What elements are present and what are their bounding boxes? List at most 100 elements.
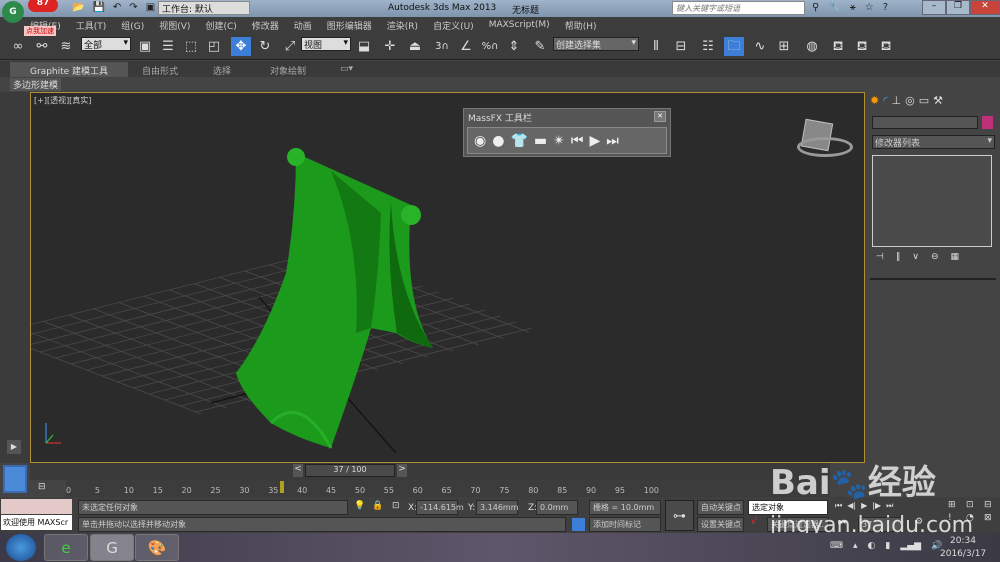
keyboard-shortcut-icon[interactable]: ⏏ [405,37,425,56]
render-icon[interactable]: ⛾ [876,37,896,56]
align-icon[interactable]: ⊟ [671,37,691,56]
percent-snap-icon[interactable]: %∩ [480,37,500,56]
star-icon[interactable]: ☆ [865,2,874,13]
menu-group[interactable]: 组(G) [121,19,144,32]
app-logo-icon[interactable]: G [2,1,24,23]
schematic-view-icon[interactable]: ⊞ [774,37,794,56]
binoculars-icon[interactable]: ⚲ [812,2,819,13]
close-button[interactable]: ✕ [970,0,1000,15]
select-by-name-icon[interactable]: ☰ [158,37,178,56]
world-params-icon[interactable]: ◉ [474,133,486,149]
massfx-title[interactable]: MassFX 工具栏 [468,111,532,124]
layer-manager-icon[interactable]: ☷ [698,37,718,56]
menu-rendering[interactable]: 渲染(R) [387,19,418,32]
maxscript-welcome[interactable]: 欢迎使用 MAXScr [1,515,72,530]
motion-tab-icon[interactable]: ◎ [905,94,915,107]
track-bar[interactable]: 0 5 10 15 20 25 30 35 40 45 50 55 60 65 70 75 80 85 90 95 10… [66,480,830,497]
select-move-icon[interactable]: ✥ [231,37,251,56]
keyboard-tray-icon[interactable]: ⌨ [830,541,843,551]
notification-badge[interactable]: 87 [28,0,58,12]
zoom-extents-icon[interactable]: ⊟ [984,500,999,510]
selection-filter-dropdown[interactable]: 全部 [81,37,131,51]
x-coord-field[interactable]: -114.615m [416,500,464,515]
remove-modifier-icon[interactable]: ⊖ [931,252,939,262]
play-sim-icon[interactable]: ▶ [589,133,600,149]
set-key-button[interactable]: ⊶ [665,500,694,531]
tab-object-paint[interactable]: 对象绘制 [270,64,306,77]
select-rotate-icon[interactable]: ↻ [255,37,275,56]
open-icon[interactable]: 📂 [72,2,84,13]
ribbon-options-icon[interactable]: ▭▾ [340,64,353,74]
add-time-tag-icon[interactable] [572,518,585,531]
tab-freeform[interactable]: 自由形式 [142,64,178,77]
search-input[interactable] [672,1,805,15]
menu-animation[interactable]: 动画 [294,19,312,32]
menu-views[interactable]: 视图(V) [159,19,190,32]
minimize-button[interactable]: – [922,0,946,15]
show-end-result-icon[interactable]: ‖ [896,252,901,262]
menu-help[interactable]: 帮助(H) [565,19,597,32]
constraint-icon[interactable]: ▬ [534,133,547,149]
rigid-body-icon[interactable]: ● [492,133,504,149]
taskbar-ie[interactable]: e [44,534,88,561]
select-object-icon[interactable]: ▣ [135,37,155,56]
tab-selection[interactable]: 选择 [213,64,231,77]
step-sim-icon[interactable]: ⏭ [606,133,619,149]
mcloth-icon[interactable]: 👕 [510,133,527,149]
clock-time[interactable]: 20:34 [950,536,976,546]
pin-stack-icon[interactable]: ⊣ [876,252,884,262]
make-unique-icon[interactable]: ∨ [912,252,919,262]
mini-listener-toggle[interactable] [3,465,27,493]
wrench-icon[interactable]: 🔧 [828,2,840,13]
menu-customize[interactable]: 自定义(U) [433,19,474,32]
key-mode-icon[interactable]: √ [751,517,757,527]
time-slider[interactable]: 37 / 100 [305,464,395,477]
mirror-icon[interactable]: ⫴ [646,37,666,56]
browser-tray-icon[interactable]: ◐ [868,541,876,551]
set-key-mode-button[interactable]: 设置关键点 [697,517,744,532]
workspace-dropdown[interactable]: 工作台: 默认 [158,1,250,15]
configure-sets-icon[interactable]: ▦ [950,252,959,262]
reference-coord-dropdown[interactable]: 视图 [301,37,351,51]
link-icon[interactable]: ∞ [8,37,28,56]
scene-explorer-icon[interactable]: 🗀 [724,37,744,56]
auto-key-button[interactable]: 自动关键点 [697,500,744,515]
project-icon[interactable]: ▣ [146,2,155,13]
reset-sim-icon[interactable]: ⏮ [571,133,584,149]
maxscript-listener[interactable] [1,499,72,514]
menu-modifiers[interactable]: 修改器 [252,19,279,32]
snap-toggle-icon[interactable]: 3∩ [432,37,452,56]
pivot-center-icon[interactable]: ⬓ [354,37,374,56]
clock-date[interactable]: 2016/3/17 [940,549,986,559]
add-time-tag[interactable]: 添加时间标记 [589,517,661,532]
select-scale-icon[interactable]: ⤢ [280,37,300,56]
angle-snap-icon[interactable]: ∠ [456,37,476,56]
rectangular-selection-icon[interactable]: ⬚ [181,37,201,56]
track-bar-icon[interactable]: ⊟ [38,482,46,492]
hierarchy-tab-icon[interactable]: ⊥ [891,94,901,107]
start-button[interactable] [6,534,36,561]
expand-arrow-icon[interactable]: ▶ [7,440,21,454]
network-icon[interactable]: ▂▄▆ [900,541,921,551]
maximize-viewport-icon[interactable]: ⊠ [984,513,999,523]
modify-tab-icon[interactable]: ◜ [883,94,887,107]
render-setup-icon[interactable]: ⛾ [828,37,848,56]
display-tab-icon[interactable]: ▭ [919,94,929,107]
taskbar-3dsmax[interactable]: G [90,534,134,561]
lock-selection-icon[interactable]: 🔒 [372,501,383,511]
polygon-modeling-tab[interactable]: 多边形建模 [10,78,62,91]
y-coord-field[interactable]: 3.146mm [476,500,519,515]
curve-editor-icon[interactable]: ∿ [750,37,770,56]
show-hidden-icon[interactable]: ▴ [853,541,858,551]
named-selection-dropdown[interactable]: 创建选择集 [553,37,639,51]
edit-named-selection-icon[interactable]: ✎ [530,37,550,56]
object-name-input[interactable] [872,116,978,129]
menu-tools[interactable]: 工具(T) [76,19,107,32]
utilities-tab-icon[interactable]: ⚒ [933,94,943,107]
bind-spacewarp-icon[interactable]: ≋ [56,37,76,56]
menu-create[interactable]: 创建(C) [205,19,236,32]
absolute-mode-icon[interactable]: ⊡ [392,501,400,511]
modifier-list-dropdown[interactable]: 修改器列表 [872,135,995,149]
viewcube-ring[interactable] [797,137,853,157]
prev-frame-button[interactable]: < [293,464,303,477]
